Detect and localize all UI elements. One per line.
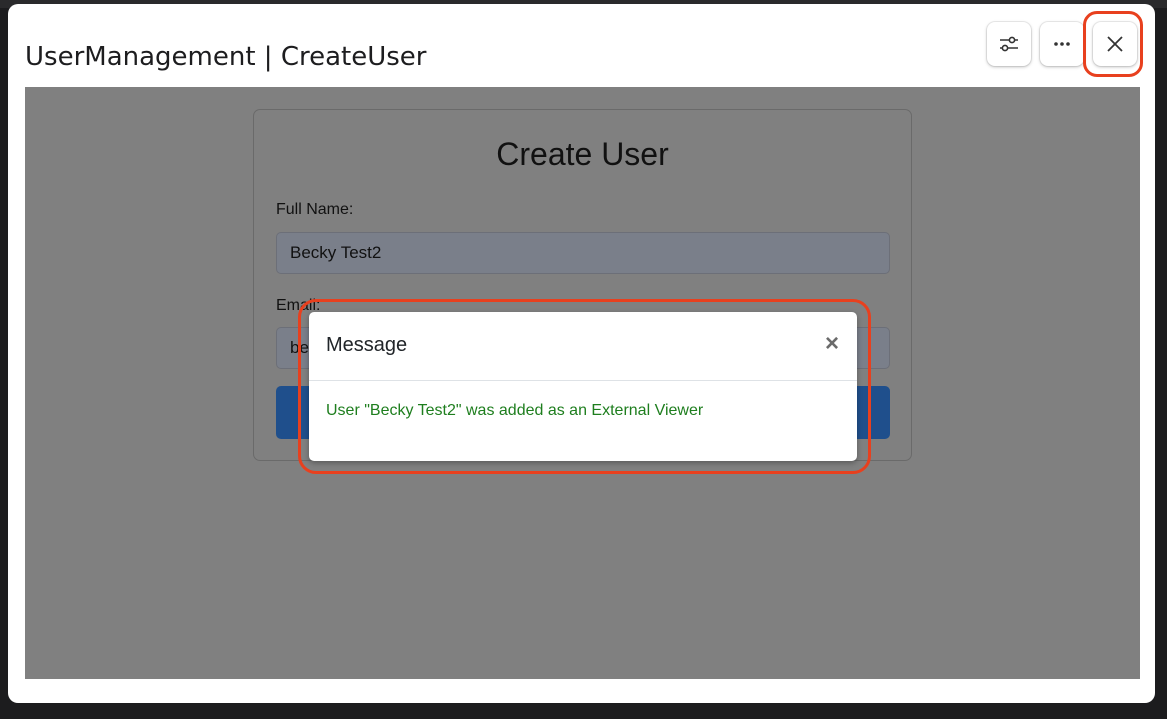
- message-modal: Message × User "Becky Test2" was added a…: [309, 312, 857, 461]
- full-name-input[interactable]: Becky Test2: [276, 232, 890, 274]
- ellipsis-icon: [1052, 41, 1072, 47]
- more-options-button[interactable]: [1040, 22, 1084, 66]
- form-title: Create User: [496, 136, 669, 172]
- close-icon: [1106, 35, 1124, 53]
- modal-title: Message: [326, 334, 408, 356]
- window-title: UserManagement | CreateUser: [25, 42, 427, 72]
- modal-close-button[interactable]: ×: [825, 332, 839, 356]
- full-name-label: Full Name:: [276, 201, 354, 218]
- modal-header: Message ×: [309, 312, 857, 381]
- modal-message: User "Becky Test2" was added as an Exter…: [326, 402, 704, 419]
- settings-button[interactable]: [987, 22, 1031, 66]
- content-area-overlay: Create User Full Name: Becky Test2 Email…: [25, 87, 1140, 679]
- close-window-button[interactable]: [1093, 22, 1137, 66]
- dialog-window: UserManagement | CreateUser Create User …: [8, 4, 1155, 703]
- sliders-icon: [997, 32, 1021, 56]
